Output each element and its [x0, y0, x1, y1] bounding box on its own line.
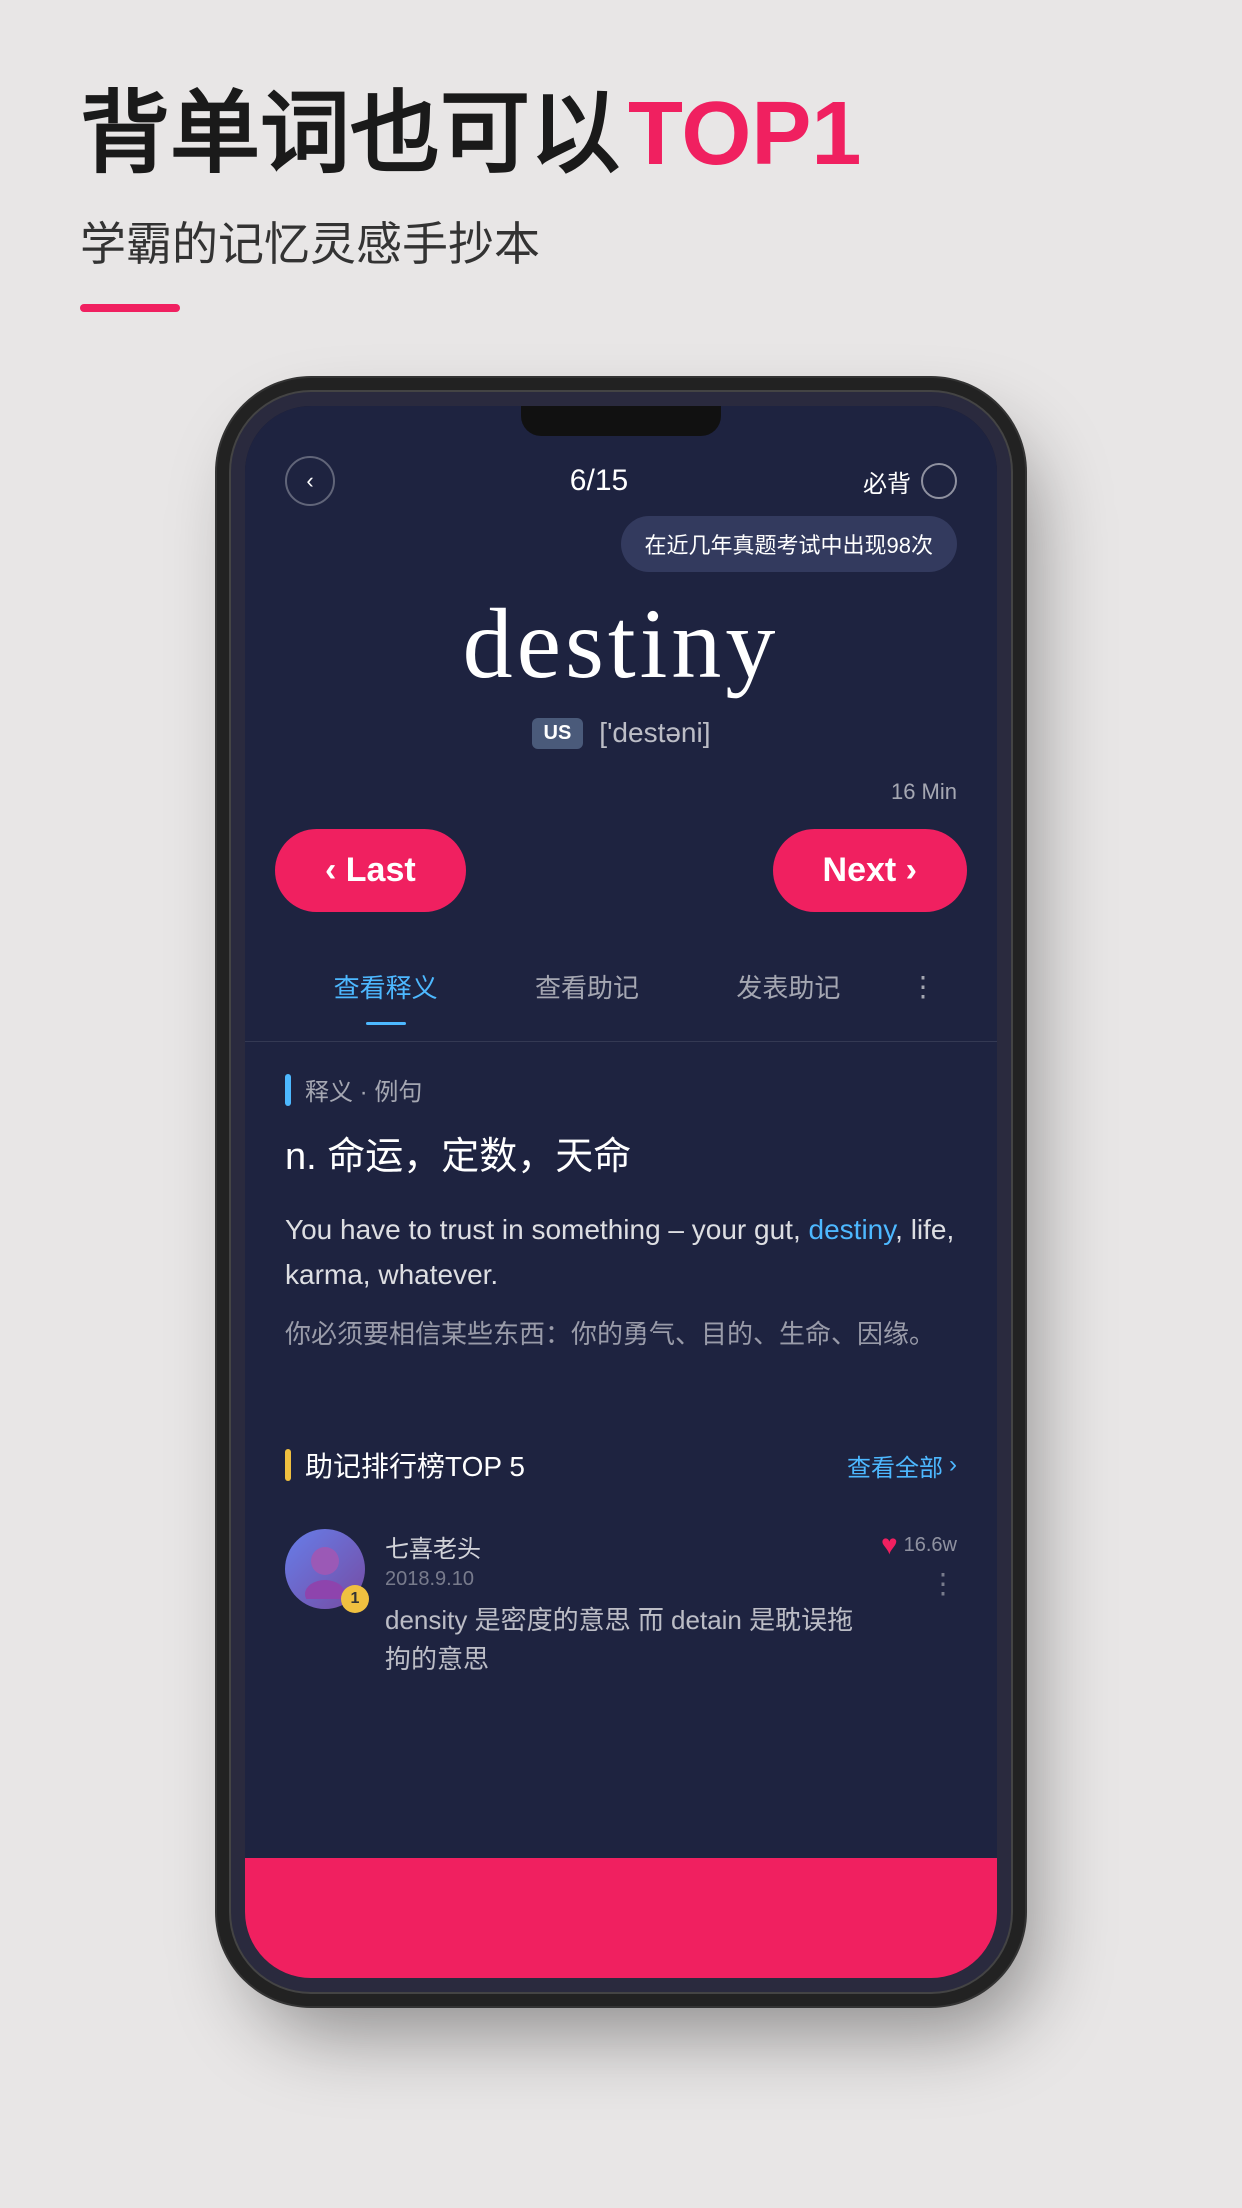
example-english: You have to trust in something – your gu…: [285, 1208, 957, 1298]
volume-down-button: [231, 746, 243, 826]
content-section: 释义 · 例句 n. 命运，定数，天命 You have to trust in…: [245, 1042, 997, 1425]
pink-band: [245, 1858, 997, 1978]
like-count: 16.6w: [904, 1534, 957, 1557]
like-button[interactable]: ♥ 16.6w: [881, 1529, 957, 1561]
rank-badge: 1: [341, 1585, 369, 1613]
pronunciation: US ['destəni]: [285, 717, 957, 749]
title-part1: 背单词也可以: [80, 80, 620, 188]
phone-outer: ‹ 6/15 必背 在近几年真题考试中出现98次 destiny US ['de…: [231, 392, 1011, 1992]
word-nav-buttons: 16 Min ‹ Last Next ›: [245, 809, 997, 932]
tab-mnemonic[interactable]: 查看助记: [486, 952, 687, 1021]
phone-notch: [521, 406, 721, 436]
title-highlight: TOP1: [628, 80, 861, 188]
chevron-right-icon: ›: [949, 1451, 957, 1479]
mnemonic-item: 1 七喜老头 2018.9.10 density 是密度的意思 而 detain…: [285, 1509, 957, 1699]
mnemonic-title-wrap: 助记排行榜TOP 5: [285, 1445, 525, 1485]
last-button[interactable]: ‹ Last: [275, 829, 466, 912]
must-memorize-toggle[interactable]: 必背: [863, 463, 957, 499]
back-icon: ‹: [306, 468, 313, 494]
mute-button: [231, 566, 243, 616]
main-title: 背单词也可以 TOP1: [80, 80, 1162, 188]
mnemonic-header: 助记排行榜TOP 5 查看全部 ›: [285, 1445, 957, 1485]
mnemonic-title: 助记排行榜TOP 5: [305, 1445, 525, 1485]
word-text: destiny: [285, 586, 957, 701]
section-bar-blue: [285, 1074, 291, 1106]
top-section: 背单词也可以 TOP1 学霸的记忆灵感手抄本: [0, 0, 1242, 352]
memorize-circle-icon: [921, 463, 957, 499]
mnemonic-actions: ♥ 16.6w ⋮: [881, 1529, 957, 1600]
mnemonic-date: 2018.9.10: [385, 1568, 861, 1591]
more-options-icon[interactable]: ⋮: [929, 1567, 957, 1600]
avatar-wrap: 1: [285, 1529, 365, 1609]
title-underline: [80, 304, 180, 312]
back-button[interactable]: ‹: [285, 456, 335, 506]
us-badge: US: [532, 718, 584, 749]
tooltip: 在近几年真题考试中出现98次: [621, 516, 957, 572]
heart-icon: ♥: [881, 1529, 898, 1561]
example-chinese: 你必须要相信某些东西：你的勇气、目的、生命、因缘。: [285, 1314, 957, 1356]
example-highlight-word: destiny: [809, 1214, 896, 1245]
definition-label-text: 释义 · 例句: [305, 1072, 422, 1107]
must-memorize-label: 必背: [863, 464, 911, 499]
power-button: [999, 606, 1011, 686]
definition-text: n. 命运，定数，天命: [285, 1131, 957, 1184]
mnemonic-author: 七喜老头: [385, 1529, 861, 1564]
tab-post-mnemonic[interactable]: 发表助记: [688, 952, 889, 1021]
mnemonic-bar-yellow: [285, 1449, 291, 1481]
mnemonic-content: 七喜老头 2018.9.10 density 是密度的意思 而 detain 是…: [385, 1529, 861, 1679]
next-button[interactable]: Next ›: [773, 829, 967, 912]
phone-wrapper: ‹ 6/15 必背 在近几年真题考试中出现98次 destiny US ['de…: [0, 392, 1242, 1992]
subtitle: 学霸的记忆灵感手抄本: [80, 208, 1162, 274]
view-all-button[interactable]: 查看全部 ›: [847, 1448, 957, 1483]
phonetic: ['destəni]: [599, 717, 710, 749]
mnemonic-section: 助记排行榜TOP 5 查看全部 ›: [245, 1425, 997, 1699]
tab-nav: 查看释义 查看助记 发表助记 ⋮: [245, 932, 997, 1042]
volume-up-button: [231, 646, 243, 726]
time-label: 16 Min: [891, 779, 957, 805]
progress-text: 6/15: [570, 464, 628, 498]
mnemonic-text: density 是密度的意思 而 detain 是耽误拖拘的意思: [385, 1601, 861, 1679]
tab-more-button[interactable]: ⋮: [889, 954, 957, 1019]
phone-screen: ‹ 6/15 必背 在近几年真题考试中出现98次 destiny US ['de…: [245, 406, 997, 1978]
tab-definition[interactable]: 查看释义: [285, 952, 486, 1021]
definition-section-label: 释义 · 例句: [285, 1072, 957, 1107]
